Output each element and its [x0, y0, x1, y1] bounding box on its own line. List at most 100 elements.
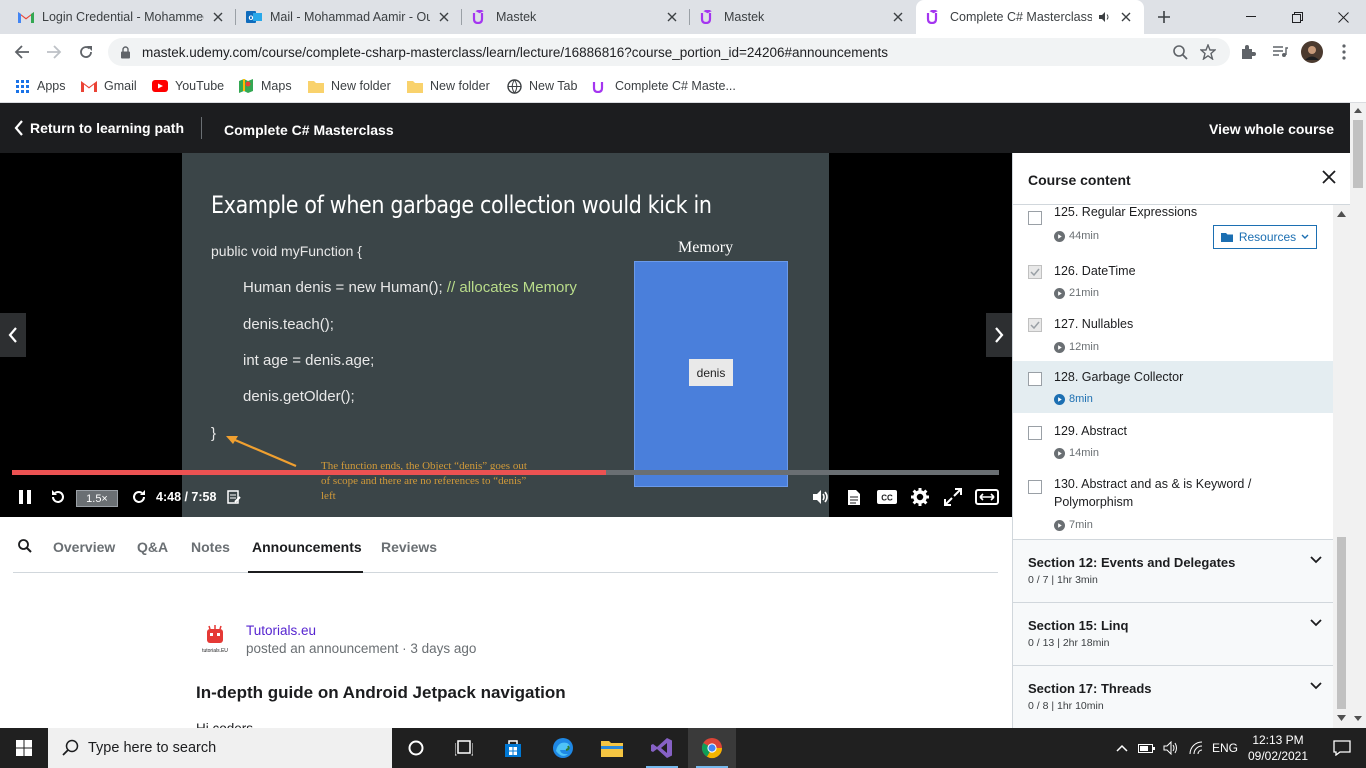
browser-tab-active[interactable]: Complete C# Masterclass: [916, 0, 1144, 34]
previous-lecture-button[interactable]: [0, 313, 26, 357]
section-header[interactable]: Section 15: Linq 0 / 13 | 2hr 18min: [1013, 602, 1333, 665]
playback-speed-button[interactable]: 1.5×: [76, 490, 118, 507]
course-title[interactable]: Complete C# Masterclass: [224, 122, 394, 138]
bookmark-new-tab[interactable]: New Tab: [506, 78, 577, 94]
tab-announcements[interactable]: Announcements: [252, 539, 362, 555]
bookmark-star-icon[interactable]: [1200, 44, 1216, 60]
media-control-icon[interactable]: [1266, 38, 1294, 66]
browser-tab[interactable]: Mastek: [690, 0, 916, 34]
sidebar-scrollbar[interactable]: [1333, 205, 1350, 728]
cortana-icon[interactable]: [392, 728, 440, 768]
lecture-checkbox[interactable]: [1028, 480, 1042, 494]
announcement-author-link[interactable]: Tutorials.eu: [246, 623, 316, 638]
bookmark-youtube[interactable]: YouTube: [152, 78, 224, 94]
lecture-item[interactable]: 125. Regular Expressions 44min Resources: [1013, 205, 1333, 261]
new-tab-icon[interactable]: [1143, 0, 1185, 34]
tab-notes[interactable]: Notes: [191, 539, 230, 555]
slide-title: Example of when garbage collection would…: [211, 191, 712, 219]
bookmark-maps[interactable]: Maps: [238, 78, 292, 94]
close-icon[interactable]: [1118, 9, 1134, 25]
view-whole-course-link[interactable]: View whole course: [1209, 121, 1334, 137]
lecture-item-current[interactable]: 128. Garbage Collector 8min: [1013, 361, 1333, 413]
resources-dropdown-button[interactable]: Resources: [1213, 225, 1317, 249]
page-scroll-thumb[interactable]: [1353, 120, 1363, 188]
file-explorer-icon[interactable]: [588, 728, 636, 768]
battery-icon[interactable]: [1136, 728, 1158, 768]
lecture-checkbox[interactable]: [1028, 211, 1042, 225]
visual-studio-icon[interactable]: [638, 728, 686, 768]
bookmark-folder[interactable]: New folder: [308, 78, 391, 94]
lecture-item[interactable]: 126. DateTime 21min: [1013, 261, 1333, 314]
language-indicator[interactable]: ENG: [1212, 741, 1238, 755]
window-close-icon[interactable]: [1320, 0, 1366, 34]
browser-tab[interactable]: o Mail - Mohammad Aamir - Ou: [236, 0, 462, 34]
restore-icon[interactable]: [1274, 0, 1320, 34]
bookmark-course[interactable]: Complete C# Maste...: [592, 78, 736, 94]
lecture-checkbox-checked[interactable]: [1028, 265, 1042, 279]
search-icon[interactable]: [18, 539, 32, 553]
browser-tab[interactable]: Login Credential - Mohammed: [8, 0, 236, 34]
url-bar[interactable]: mastek.udemy.com/course/complete-csharp-…: [108, 38, 1230, 66]
expand-width-icon[interactable]: [974, 485, 1000, 509]
close-sidebar-icon[interactable]: [1322, 170, 1340, 188]
rewind-icon[interactable]: [48, 485, 68, 509]
chrome-icon[interactable]: [688, 728, 736, 768]
lecture-item[interactable]: 129. Abstract 14min: [1013, 413, 1333, 467]
fullscreen-icon[interactable]: [942, 485, 964, 509]
pause-icon[interactable]: [16, 485, 34, 509]
settings-gear-icon[interactable]: [909, 485, 931, 509]
minimize-icon[interactable]: [1228, 0, 1274, 34]
transcript-icon[interactable]: [843, 485, 865, 509]
section-header[interactable]: Section 12: Events and Delegates 0 / 7 |…: [1013, 539, 1333, 602]
extensions-puzzle-icon[interactable]: [1234, 38, 1262, 66]
scroll-up-icon[interactable]: [1337, 211, 1346, 217]
wifi-icon[interactable]: [1185, 728, 1207, 768]
store-icon[interactable]: [489, 728, 537, 768]
system-clock[interactable]: 12:13 PM 09/02/2021: [1246, 732, 1310, 764]
avatar[interactable]: [1298, 38, 1326, 66]
section-header[interactable]: Section 17: Threads 0 / 8 | 1hr 10min: [1013, 665, 1333, 728]
volume-icon[interactable]: [1160, 728, 1182, 768]
back-arrow-icon[interactable]: [8, 38, 36, 66]
video-player[interactable]: Example of when garbage collection would…: [0, 153, 1012, 517]
close-icon[interactable]: [664, 9, 680, 25]
lecture-item[interactable]: 127. Nullables 12min: [1013, 314, 1333, 361]
sidebar-scroll-thumb[interactable]: [1337, 537, 1346, 709]
return-to-learning-path-link[interactable]: Return to learning path: [14, 120, 184, 136]
add-note-icon[interactable]: [225, 485, 243, 509]
windows-start-icon[interactable]: [0, 728, 48, 768]
bookmark-apps[interactable]: Apps: [14, 78, 66, 94]
close-icon[interactable]: [890, 9, 906, 25]
lecture-checkbox[interactable]: [1028, 372, 1042, 386]
chevron-up-icon[interactable]: [1112, 728, 1132, 768]
edge-icon[interactable]: [539, 728, 587, 768]
volume-icon[interactable]: [810, 485, 832, 509]
bookmark-folder[interactable]: New folder: [407, 78, 490, 94]
lecture-checkbox-checked[interactable]: [1028, 318, 1042, 332]
bookmark-gmail[interactable]: Gmail: [81, 78, 137, 94]
tab-overview[interactable]: Overview: [53, 539, 115, 555]
taskbar-search-input[interactable]: Type here to search: [48, 728, 392, 768]
notifications-icon[interactable]: [1318, 728, 1366, 768]
task-view-icon[interactable]: [440, 728, 488, 768]
scroll-down-icon[interactable]: [1354, 716, 1362, 721]
close-icon[interactable]: [210, 9, 226, 25]
forward-arrow-icon[interactable]: [40, 38, 68, 66]
reload-icon[interactable]: [72, 38, 100, 66]
tab-qa[interactable]: Q&A: [137, 539, 168, 555]
browser-tab[interactable]: Mastek: [462, 0, 690, 34]
progress-bar[interactable]: [12, 470, 999, 475]
close-icon[interactable]: [436, 9, 452, 25]
chrome-menu-icon[interactable]: [1330, 38, 1358, 66]
forward-icon[interactable]: [129, 485, 149, 509]
page-scrollbar[interactable]: [1350, 103, 1366, 728]
speaker-icon[interactable]: [1096, 9, 1112, 25]
captions-icon[interactable]: CC: [876, 485, 898, 509]
zoom-search-icon[interactable]: [1173, 45, 1188, 60]
scroll-up-icon[interactable]: [1354, 108, 1362, 113]
lecture-item[interactable]: 130. Abstract and as & is Keyword / Poly…: [1013, 467, 1333, 539]
tab-reviews[interactable]: Reviews: [381, 539, 437, 555]
next-lecture-button[interactable]: [986, 313, 1012, 357]
lecture-checkbox[interactable]: [1028, 426, 1042, 440]
scroll-down-icon[interactable]: [1337, 715, 1346, 721]
